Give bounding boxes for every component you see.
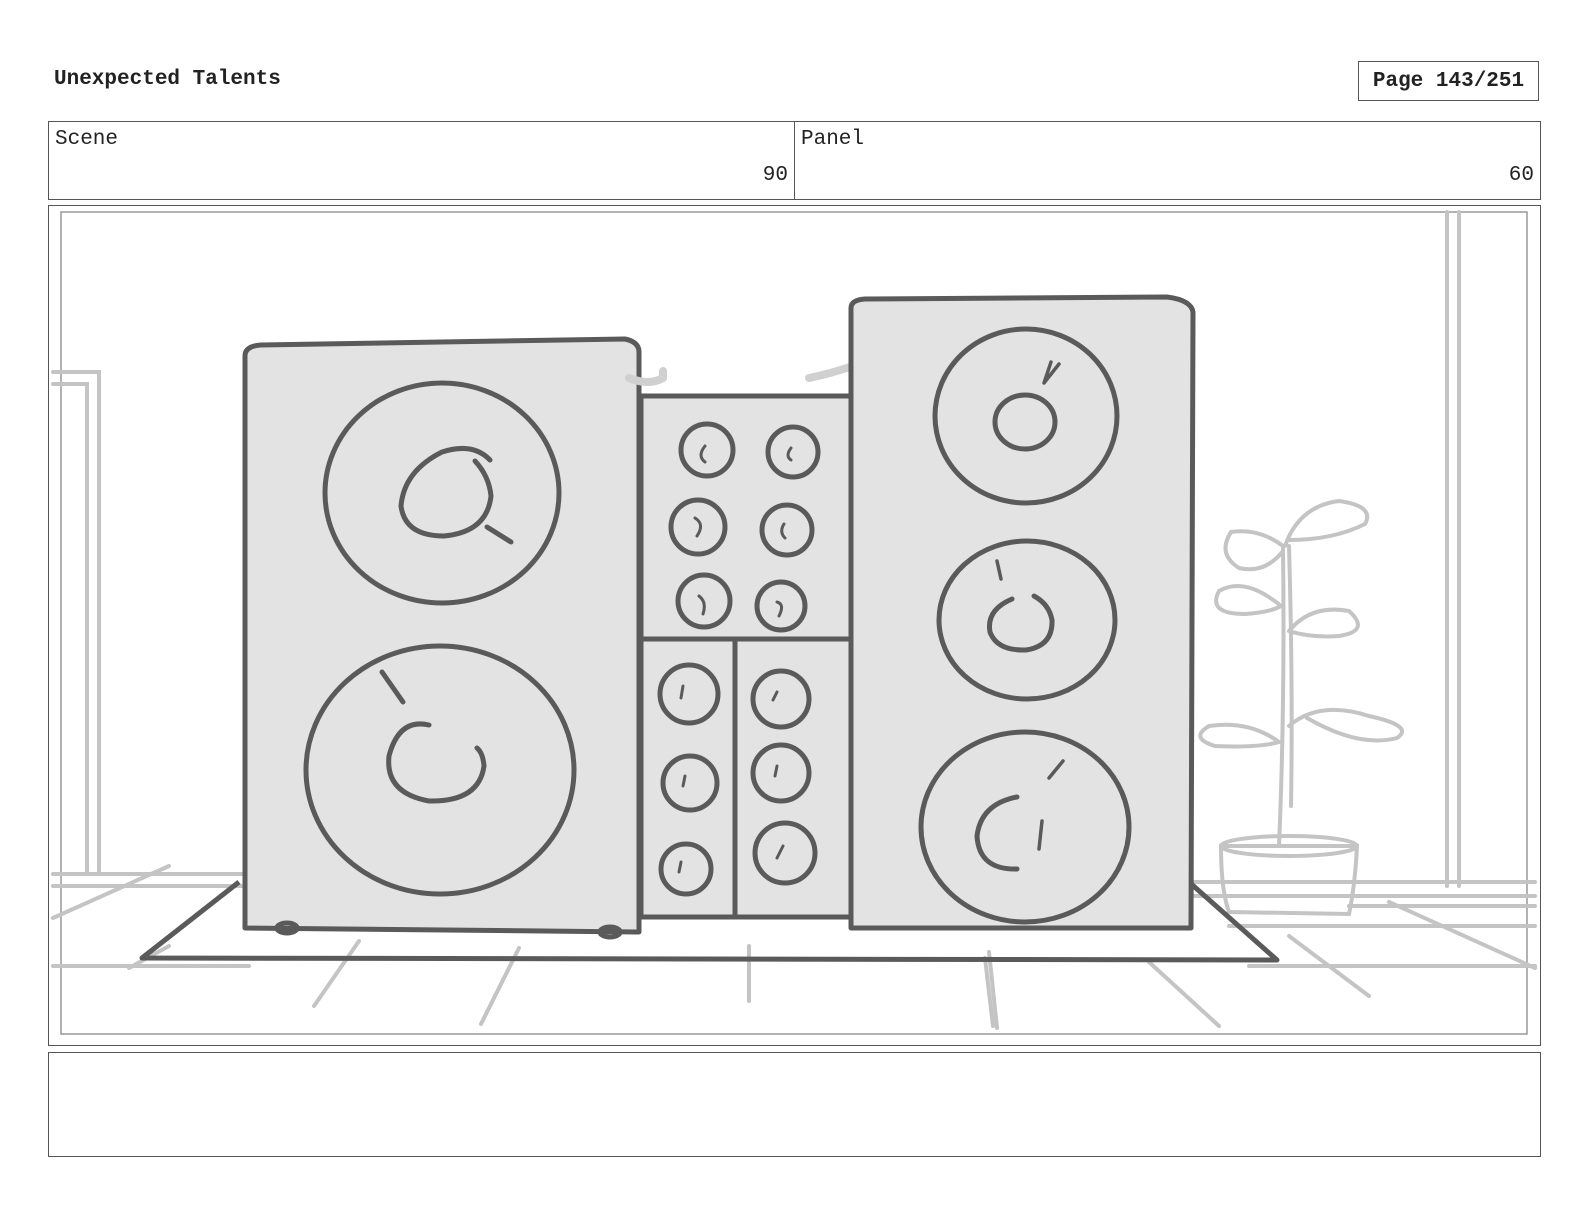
speaker-sketch-illustration <box>51 210 1537 1035</box>
scene-number: 90 <box>762 164 788 187</box>
right-speaker <box>848 294 1196 931</box>
left-speaker <box>242 336 642 940</box>
panel-number: 60 <box>1508 164 1534 187</box>
scene-cell: Scene 90 <box>49 122 794 199</box>
scene-label: Scene <box>55 128 119 151</box>
panel-label: Panel <box>801 128 865 151</box>
panel-cell: Panel 60 <box>794 122 1540 199</box>
panel-notes-box <box>48 1052 1541 1157</box>
scene-panel-info-bar: Scene 90 Panel 60 <box>48 121 1541 200</box>
center-speaker <box>625 362 857 920</box>
page-number: Page 143/251 <box>1358 61 1539 101</box>
storyboard-panel-frame <box>48 205 1541 1046</box>
storyboard-title: Unexpected Talents <box>54 68 281 91</box>
